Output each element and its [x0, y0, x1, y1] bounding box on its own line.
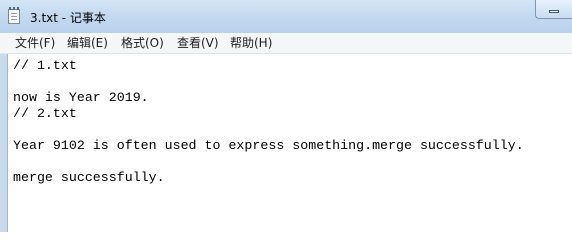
- text-editor[interactable]: // 1.txt now is Year 2019. // 2.txt Year…: [7, 54, 572, 232]
- minimize-button[interactable]: [535, 0, 572, 19]
- menu-view[interactable]: 查看(V): [177, 36, 219, 51]
- menu-bar: 文件(F) 编辑(E) 格式(O) 查看(V) 帮助(H): [0, 33, 572, 54]
- editor-line: merge successfully.: [13, 170, 165, 185]
- notepad-window: 3.txt - 记事本 文件(F) 编辑(E) 格式(O) 查看(V) 帮助(H…: [0, 0, 572, 232]
- editor-line: // 1.txt: [13, 58, 77, 73]
- menu-edit[interactable]: 编辑(E): [67, 36, 108, 51]
- menu-help[interactable]: 帮助(H): [230, 36, 272, 51]
- editor-line: Year 9102 is often used to express somet…: [13, 138, 524, 153]
- minimize-icon: [549, 10, 559, 13]
- editor-line: now is Year 2019.: [13, 90, 149, 105]
- window-title: 3.txt - 记事本: [30, 11, 106, 25]
- editor-line: // 2.txt: [13, 106, 77, 121]
- menu-format[interactable]: 格式(O): [121, 36, 164, 51]
- notepad-icon[interactable]: [8, 7, 20, 24]
- title-bar[interactable]: 3.txt - 记事本: [0, 0, 572, 33]
- menu-file[interactable]: 文件(F): [15, 36, 55, 51]
